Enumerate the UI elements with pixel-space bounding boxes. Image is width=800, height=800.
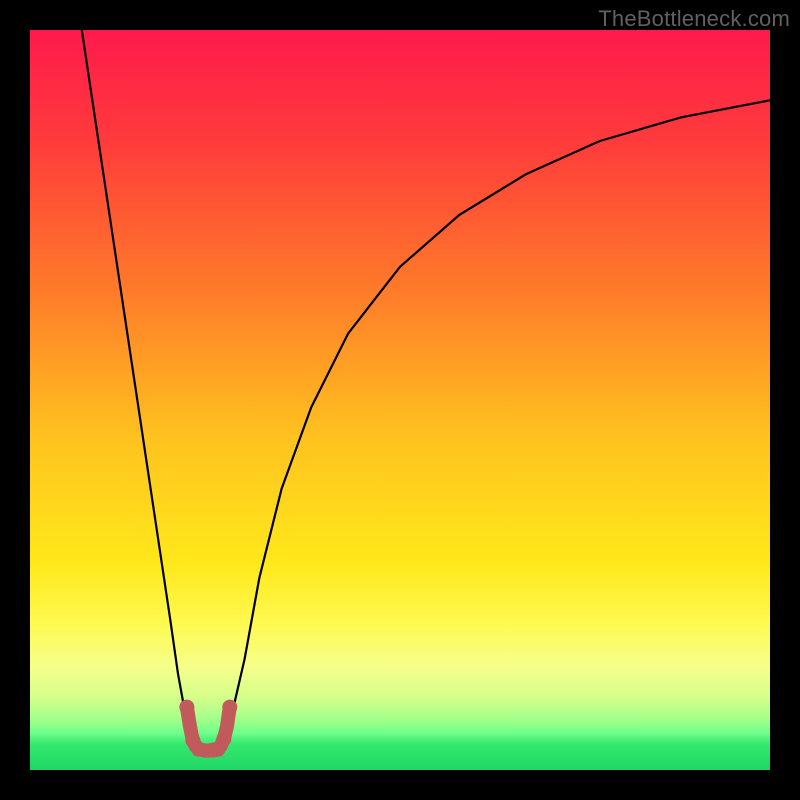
watermark-text: TheBottleneck.com [598, 6, 790, 32]
plot-area [30, 30, 770, 770]
chart-svg [30, 30, 770, 770]
chart-frame: TheBottleneck.com [0, 0, 800, 800]
